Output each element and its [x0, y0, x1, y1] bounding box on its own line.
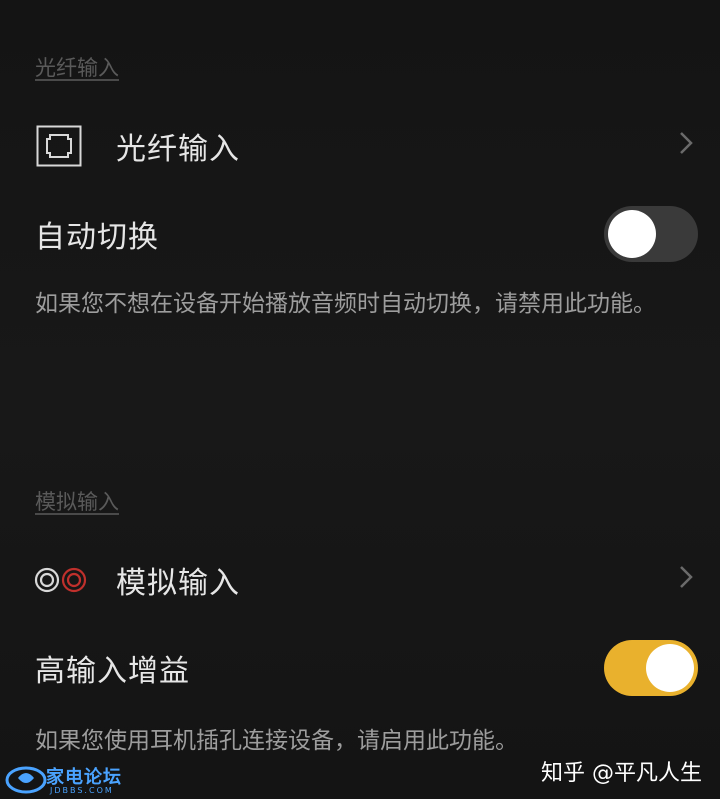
high-gain-description: 如果您使用耳机插孔连接设备，请启用此功能。: [35, 728, 518, 754]
analog-input-row[interactable]: 模拟输入: [0, 552, 720, 608]
forum-logo-icon: [5, 766, 47, 794]
high-gain-toggle[interactable]: [604, 640, 698, 696]
auto-switch-toggle[interactable]: [604, 206, 698, 262]
toggle-knob: [608, 210, 656, 258]
optical-section-header: 光纤输入: [35, 56, 119, 80]
settings-screen: 光纤输入 光纤输入 自动切换 如果您不想在设备开始播放音频时自动切换，请禁用此功…: [0, 0, 720, 799]
chevron-right-icon: [678, 564, 694, 596]
zhihu-watermark: 知乎 @平凡人生: [541, 761, 702, 786]
chevron-right-icon: [678, 130, 694, 162]
high-gain-label: 高输入增益: [35, 654, 190, 689]
optical-port-icon: [36, 125, 82, 167]
forum-url-text: JDBBS.COM: [50, 786, 114, 795]
forum-watermark: 家电论坛 JDBBS.COM: [0, 759, 130, 799]
optical-input-row[interactable]: 光纤输入: [0, 118, 720, 174]
analog-rca-icon: [34, 566, 88, 594]
optical-input-label: 光纤输入: [116, 132, 240, 167]
toggle-knob: [646, 644, 694, 692]
high-gain-row: 高输入增益: [0, 638, 720, 698]
analog-input-label: 模拟输入: [116, 566, 240, 601]
auto-switch-row: 自动切换: [0, 204, 720, 264]
analog-section-header: 模拟输入: [35, 490, 119, 514]
auto-switch-description: 如果您不想在设备开始播放音频时自动切换，请禁用此功能。: [35, 291, 656, 317]
auto-switch-label: 自动切换: [35, 220, 159, 255]
